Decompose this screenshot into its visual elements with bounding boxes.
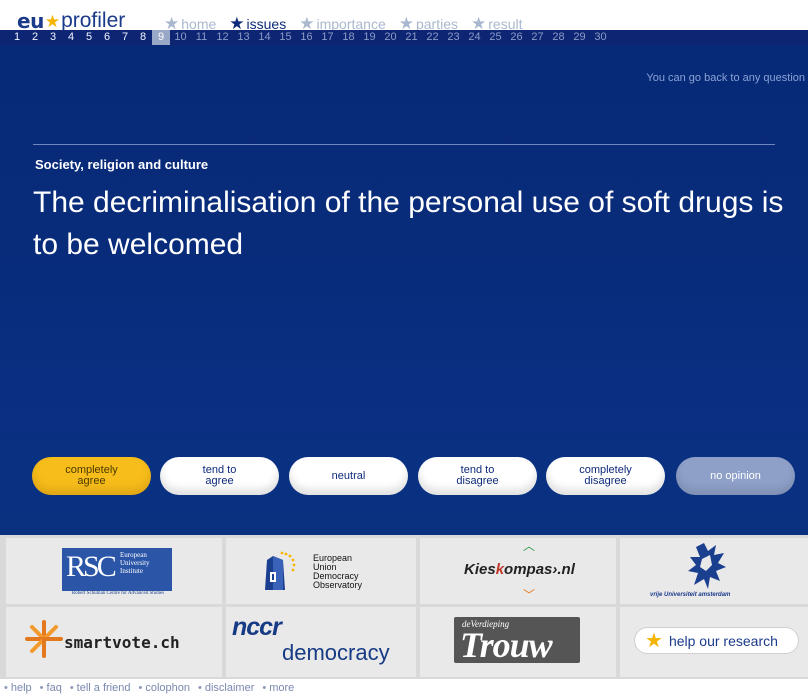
question-number[interactable]: 26 (506, 30, 527, 45)
question-number[interactable]: 28 (548, 30, 569, 45)
kieskompas-wordmark: Kieskompas›.nl (464, 561, 575, 578)
question-statement: The decriminalisation of the personal us… (33, 186, 784, 261)
question-number[interactable]: 17 (317, 30, 338, 45)
answer-button[interactable]: completely disagree (546, 457, 665, 495)
kieskompas-pre: Kies (464, 561, 496, 578)
democracy-wordmark: democracy (282, 640, 390, 665)
footer-link[interactable]: disclaimer (198, 682, 255, 694)
rscas-emblem: RSC European University Institute (62, 548, 172, 591)
trouw-emblem: deVerdieping Trouw (454, 617, 580, 665)
question-number[interactable]: 6 (98, 30, 116, 45)
question-number[interactable]: 25 (485, 30, 506, 45)
help-research-label: help our research (668, 632, 778, 649)
question-number[interactable]: 15 (275, 30, 296, 45)
rscas-institute-text: European University Institute (120, 551, 150, 575)
eudo-tower-icon (265, 551, 296, 590)
vu-amsterdam-logo[interactable]: vrije Universiteit amsterdam (620, 538, 808, 604)
kieskompas-logo[interactable]: ︿ Kieskompas›.nl ﹀ (420, 538, 616, 604)
question-number[interactable]: 7 (116, 30, 134, 45)
answer-label: tend to agree (202, 464, 237, 487)
answer-button[interactable]: tend to agree (160, 457, 279, 495)
trouw-wordmark: Trouw (460, 625, 553, 665)
answer-label: tend to disagree (456, 464, 499, 487)
question-number[interactable]: 19 (359, 30, 380, 45)
footer-link[interactable]: more (262, 682, 294, 694)
star-icon: ★ (645, 629, 663, 652)
question-number[interactable]: 14 (254, 30, 275, 45)
trouw-logo[interactable]: deVerdieping Trouw (420, 607, 616, 677)
answer-label: neutral (331, 469, 366, 482)
question-number[interactable]: 1 (8, 30, 26, 45)
smartvote-burst-icon (25, 620, 63, 658)
question-number[interactable]: 16 (296, 30, 317, 45)
question-number[interactable]: 13 (233, 30, 254, 45)
question-category: Society, religion and culture (35, 157, 209, 172)
question-number[interactable]: 24 (464, 30, 485, 45)
question-number[interactable]: 20 (380, 30, 401, 45)
partner-logos: RSC European University Institute Robert… (0, 535, 808, 679)
question-number[interactable]: 18 (338, 30, 359, 45)
footer-link[interactable]: tell a friend (70, 682, 131, 694)
help-research-cell: ★ help our research (620, 607, 808, 677)
question-number[interactable]: 27 (527, 30, 548, 45)
footer-link[interactable]: help (4, 682, 32, 694)
question-number[interactable]: 3 (44, 30, 62, 45)
smartvote-logo[interactable]: smartvote.ch (6, 607, 222, 677)
question-number[interactable]: 11 (191, 30, 212, 45)
rscas-monogram: RSC (66, 550, 117, 583)
eudo-wordmark: European Union Democracy Observatory (313, 554, 362, 590)
chevron-down-icon: ﹀ (523, 588, 536, 602)
vu-wordmark: vrije Universiteit amsterdam (650, 592, 731, 598)
footer-links: helpfaq tell a friend colophon disclaimer mo… (4, 682, 302, 694)
kieskompas-post: ompas›.nl (504, 561, 575, 578)
answer-label: completely agree (65, 464, 118, 487)
question-panel: You can go back to any question Society,… (0, 45, 808, 535)
footer-link[interactable]: faq (40, 682, 62, 694)
question-number[interactable]: 10 (170, 30, 191, 45)
kieskompas-accent: k (495, 561, 505, 578)
question-number-strip: 1 2 3 4 5 6 7 8 9 10 11 12 13 14 15 16 17 18 19 20 21 22 23 24 2… (0, 30, 808, 45)
nccr-democracy-logo[interactable]: nccr democracy (226, 607, 416, 677)
question-number[interactable]: 12 (212, 30, 233, 45)
answer-button[interactable]: completely agree (32, 457, 151, 495)
question-number[interactable]: 9 (152, 30, 170, 45)
rscas-subtitle: Robert Schuman Centre for Advanced Studi… (71, 591, 165, 596)
top-navigation: eu ★ profiler ★ home ★ issues ★ importance ★ pa… (0, 0, 808, 33)
footer-link[interactable]: colophon (138, 682, 190, 694)
question-number[interactable]: 21 (401, 30, 422, 45)
answer-button[interactable]: neutral (289, 457, 408, 495)
question-number[interactable]: 23 (443, 30, 464, 45)
smartvote-wordmark: smartvote.ch (64, 633, 180, 652)
question-number[interactable]: 5 (80, 30, 98, 45)
answer-options: completely agree tend to agree neutral tend… (0, 457, 808, 497)
nccr-wordmark: nccr (232, 613, 282, 641)
answer-label: completely disagree (579, 464, 632, 487)
question-number[interactable]: 22 (422, 30, 443, 45)
question-number[interactable]: 8 (134, 30, 152, 45)
back-note: You can go back to any question (646, 72, 805, 84)
answer-button[interactable]: tend to disagree (418, 457, 537, 495)
help-our-research-button[interactable]: ★ help our research (634, 627, 799, 654)
eudo-logo[interactable]: European Union Democracy Observatory (226, 538, 416, 604)
question-number[interactable]: 2 (26, 30, 44, 45)
answer-label: no opinion (710, 469, 761, 482)
answer-button[interactable]: no opinion (676, 457, 795, 495)
question-number[interactable]: 29 (569, 30, 590, 45)
star-icon: ★ (44, 11, 61, 31)
question-number[interactable]: 4 (62, 30, 80, 45)
divider (33, 144, 775, 145)
eudo-line: Observatory (313, 580, 363, 590)
question-number[interactable]: 30 (590, 30, 611, 45)
chevron-up-icon: ︿ (523, 539, 536, 553)
griffin-icon (688, 543, 726, 589)
rscas-logo[interactable]: RSC European University Institute Robert… (6, 538, 222, 604)
euprofiler-logo[interactable]: eu ★ profiler (17, 9, 125, 33)
